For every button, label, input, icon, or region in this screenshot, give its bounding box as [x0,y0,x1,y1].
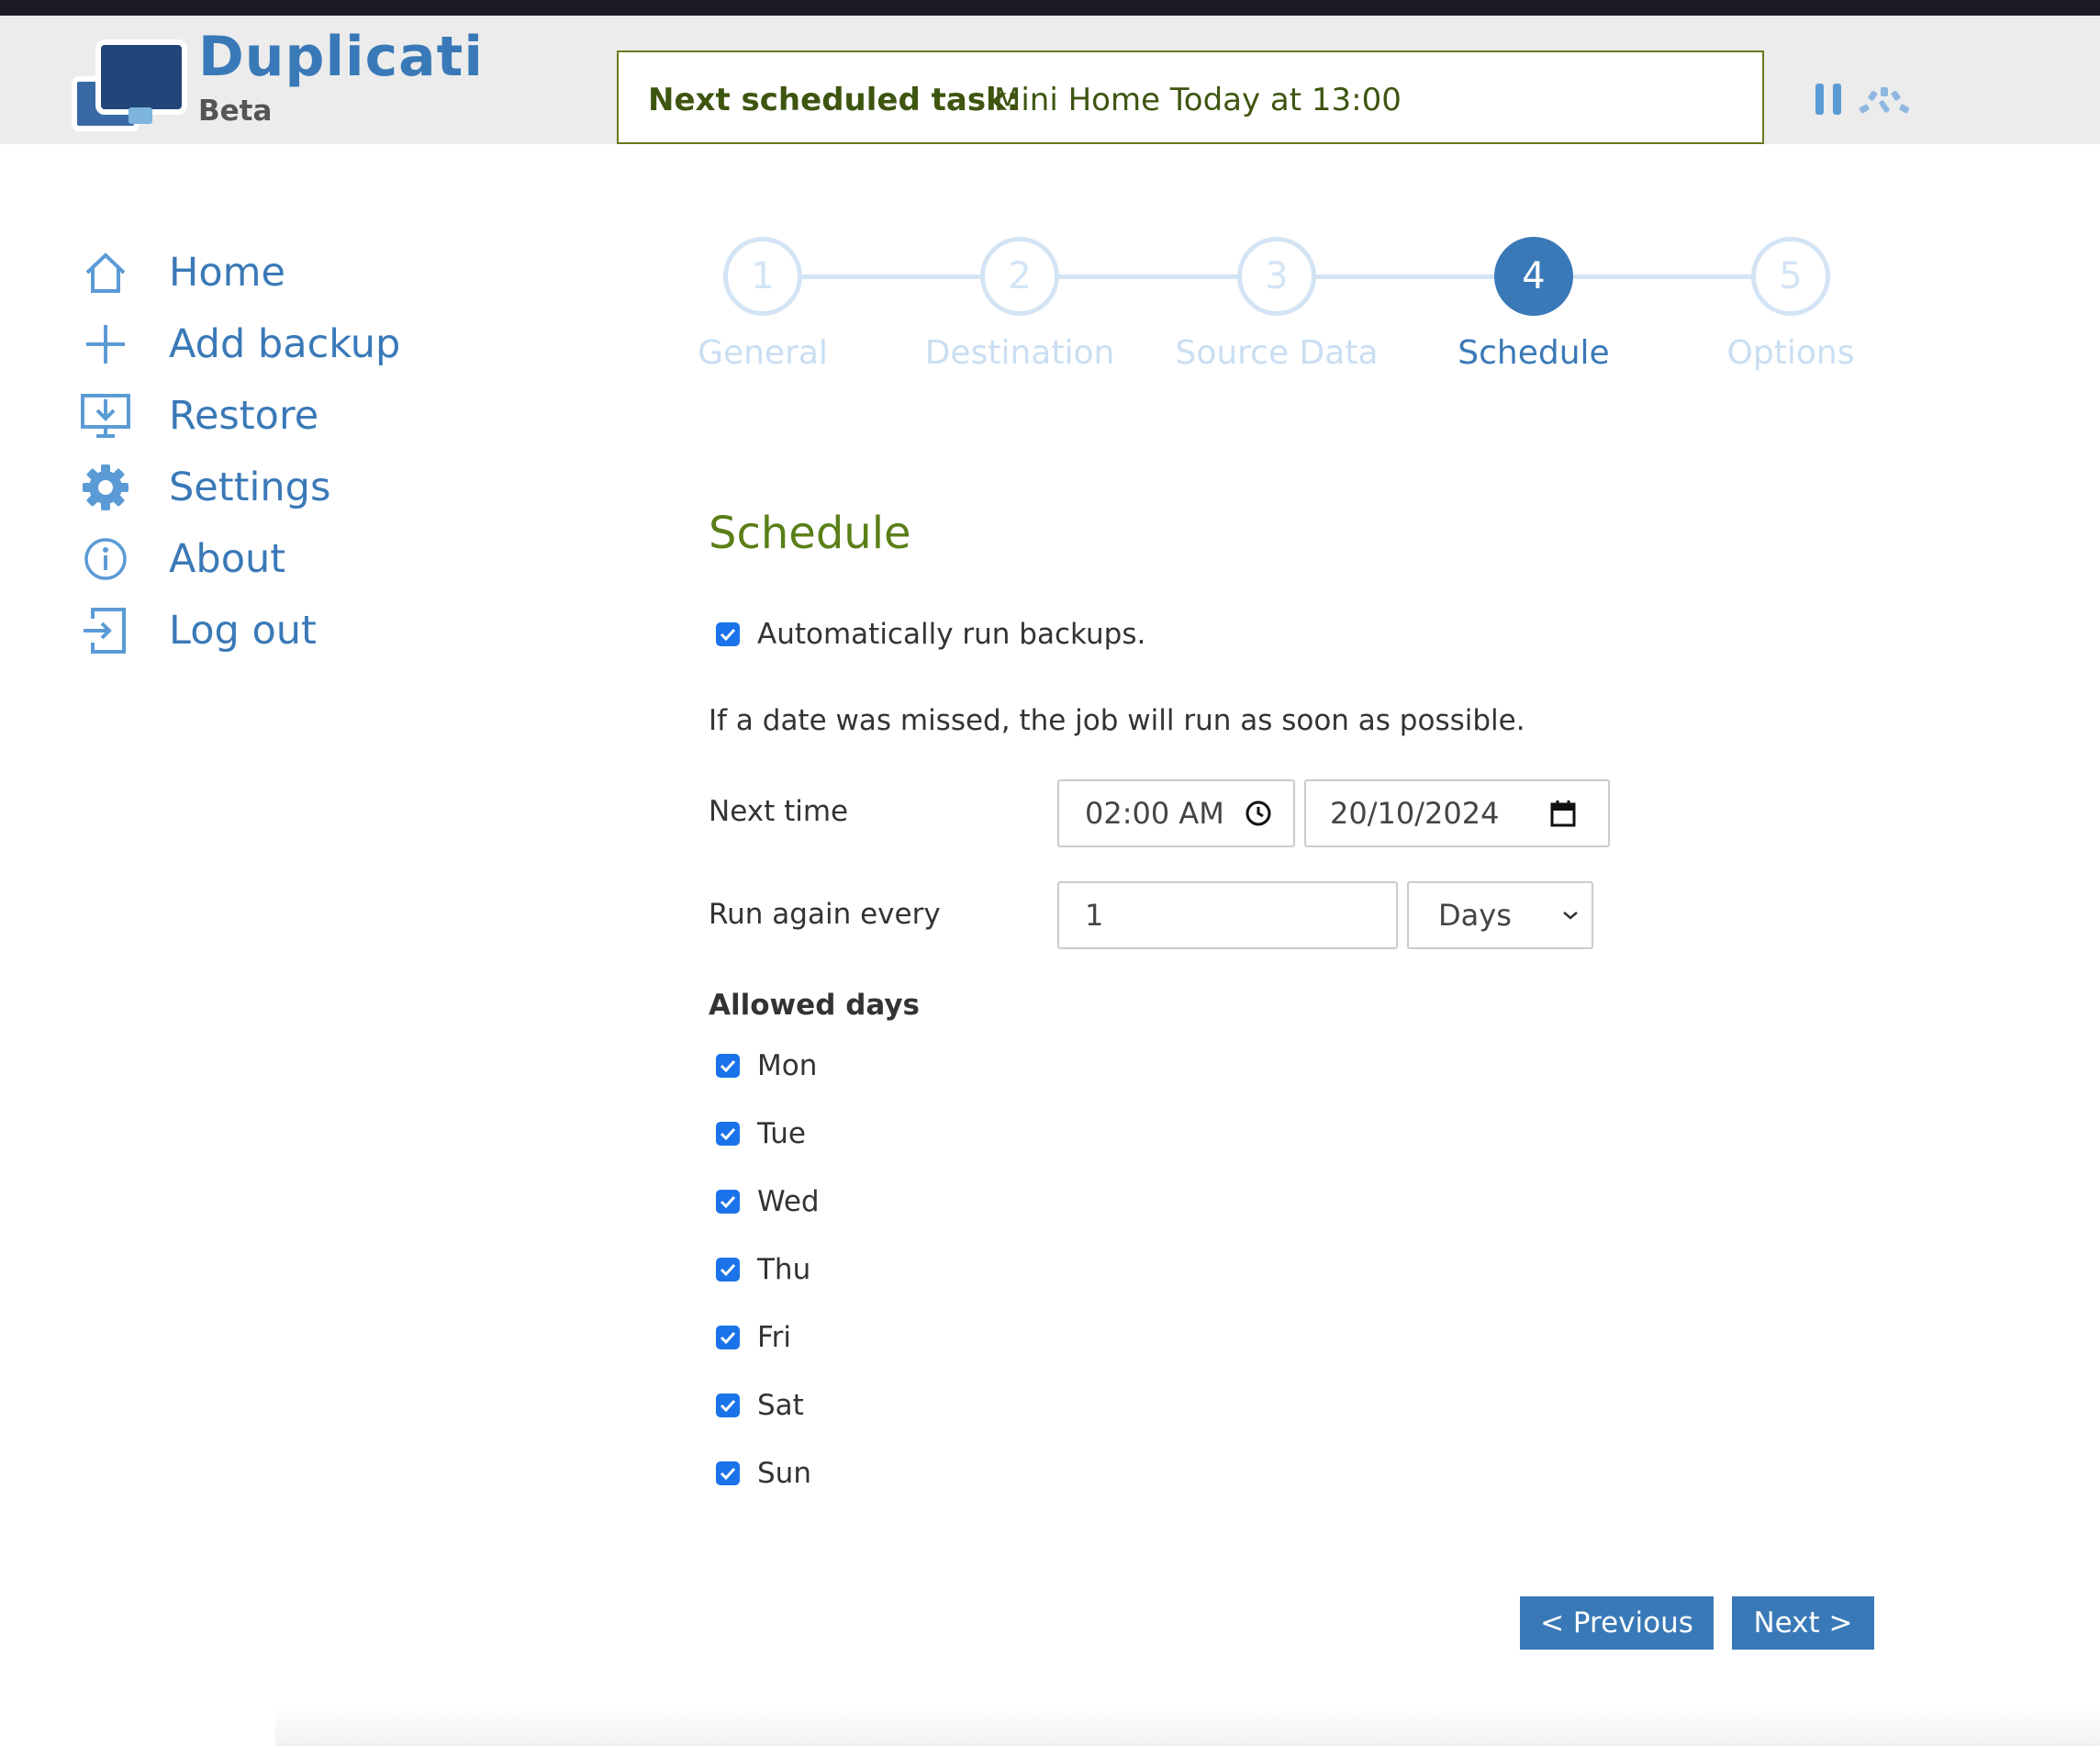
wizard-step-schedule[interactable]: 4 [1494,237,1573,316]
allowed-days-label: Allowed days [709,989,921,1022]
wizard-step-label[interactable]: Schedule [1414,334,1653,372]
day-checkbox-sun[interactable] [716,1461,740,1485]
throttle-icon[interactable] [1858,82,1911,118]
clock-icon[interactable] [1245,800,1272,827]
wizard-connector [1059,274,1239,279]
wizard-step-label[interactable]: General [643,334,882,372]
day-label: Sat [757,1389,804,1422]
sidebar-item-label: Add backup [169,321,401,367]
sidebar-item-label: Log out [169,608,317,654]
calendar-icon[interactable] [1550,800,1576,827]
check-icon [720,1399,736,1413]
day-label: Tue [757,1117,806,1150]
page-bottom-shadow [275,1707,2100,1746]
next-time-value: 02:00 AM [1085,796,1224,831]
logout-icon [79,604,132,657]
check-icon [720,1127,736,1141]
wizard-step-general[interactable]: 1 [723,237,802,316]
check-icon [720,1263,736,1277]
pause-icon[interactable] [1815,84,1843,115]
day-checkbox-sat[interactable] [716,1393,740,1417]
check-icon [720,1467,736,1481]
plus-icon [79,318,132,371]
run-again-value: 1 [1085,898,1104,933]
app-edition: Beta [198,95,273,128]
day-checkbox-fri[interactable] [716,1326,740,1349]
gear-icon [79,461,132,514]
sidebar-item-logout[interactable]: Log out [79,603,317,658]
wizard-connector [1316,274,1496,279]
run-again-unit-select[interactable]: Days [1407,881,1593,949]
check-icon [720,1331,736,1345]
next-date-input[interactable]: 20/10/2024 [1304,779,1610,847]
home-icon [79,246,132,299]
section-title: Schedule [709,508,911,559]
wizard-step-label[interactable]: Destination [900,334,1139,372]
day-checkbox-tue[interactable] [716,1122,740,1146]
info-icon [79,532,132,586]
auto-run-label: Automatically run backups. [757,618,1146,651]
check-icon [720,1059,736,1073]
app-header: Duplicati Beta Next scheduled task: Mini… [0,16,2100,144]
sidebar-item-label: About [169,536,286,582]
next-date-value: 20/10/2024 [1330,796,1500,831]
day-label: Thu [757,1253,811,1286]
day-label: Sun [757,1457,811,1490]
previous-button[interactable]: < Previous [1520,1596,1714,1650]
sidebar-item-home[interactable]: Home [79,245,285,300]
check-icon [720,628,736,642]
status-value: Mini Home Today at 13:00 [994,82,1402,118]
day-label: Wed [757,1185,820,1218]
status-banner: Next scheduled task: Mini Home Today at … [617,50,1764,144]
sidebar-item-settings[interactable]: Settings [79,460,330,515]
run-again-label: Run again every [709,898,941,931]
wizard-step-label[interactable]: Source Data [1157,334,1396,372]
wizard-step-destination[interactable]: 2 [980,237,1059,316]
app-name: Duplicati [198,25,484,89]
sidebar-item-add-backup[interactable]: Add backup [79,317,400,372]
wizard-step-options[interactable]: 5 [1751,237,1830,316]
sidebar-item-about[interactable]: About [79,532,285,587]
window-top-edge [0,0,2100,16]
missed-note: If a date was missed, the job will run a… [709,704,1525,737]
check-icon [720,1195,736,1209]
auto-run-checkbox[interactable] [716,622,740,646]
run-again-input[interactable]: 1 [1057,881,1398,949]
sidebar-item-restore[interactable]: Restore [79,388,318,443]
next-time-label: Next time [709,795,849,828]
wizard-connector [1573,274,1753,279]
sidebar-item-label: Home [169,250,285,296]
day-checkbox-wed[interactable] [716,1190,740,1214]
wizard-step-source-data[interactable]: 3 [1237,237,1316,316]
restore-icon [79,389,132,442]
day-label: Mon [757,1049,818,1082]
next-button[interactable]: Next > [1732,1596,1874,1650]
wizard-connector [802,274,982,279]
wizard-step-label[interactable]: Options [1671,334,1910,372]
sidebar-item-label: Settings [169,464,331,510]
day-label: Fri [757,1321,791,1354]
day-checkbox-thu[interactable] [716,1258,740,1282]
duplicati-logo-icon [64,27,189,142]
next-time-input[interactable]: 02:00 AM [1057,779,1295,847]
day-checkbox-mon[interactable] [716,1054,740,1078]
chevron-down-icon [1563,912,1578,920]
sidebar-item-label: Restore [169,393,319,439]
status-label: Next scheduled task: [648,82,1020,118]
run-again-unit-value: Days [1438,898,1512,933]
